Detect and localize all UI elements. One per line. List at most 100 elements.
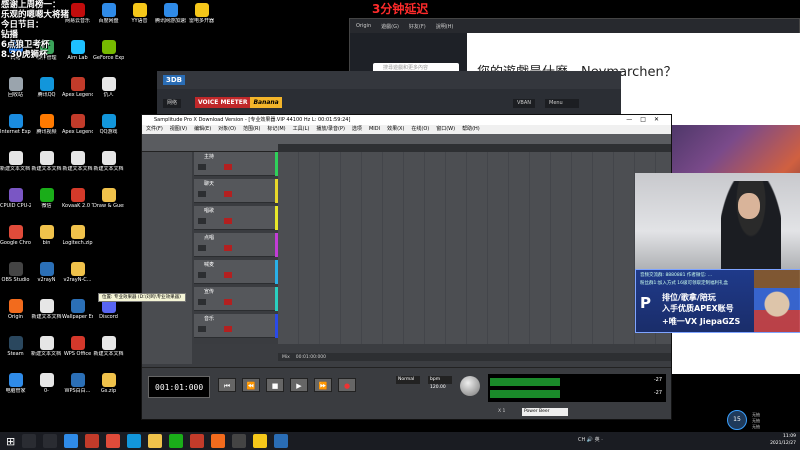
- desktop-icon[interactable]: 新建文本文档: [31, 150, 62, 184]
- vm-left-button[interactable]: 网络: [163, 99, 182, 108]
- taskview-app-icon[interactable]: [43, 434, 58, 448]
- desktop-icon[interactable]: Origin: [0, 298, 31, 332]
- explorer-app-icon[interactable]: [148, 434, 163, 448]
- desktop-icon[interactable]: 仇人: [93, 76, 124, 110]
- desktop-icon[interactable]: 百度网盘: [93, 2, 124, 36]
- mute-button[interactable]: [198, 272, 206, 278]
- desktop-icon[interactable]: Internet Explorer: [0, 113, 31, 147]
- tab-friends[interactable]: 好友(F): [409, 23, 426, 30]
- desktop-icon[interactable]: v2rayN: [31, 261, 62, 295]
- desktop-icon[interactable]: 雷电多开器: [186, 2, 217, 36]
- skip-start-button[interactable]: ⏮: [218, 378, 236, 392]
- origin-app-icon[interactable]: [211, 434, 226, 448]
- mute-button[interactable]: [198, 218, 206, 224]
- desktop-icon[interactable]: Gs.zip: [93, 372, 124, 406]
- desktop-icon[interactable]: Google Chrome: [0, 224, 31, 258]
- record-arm-button[interactable]: [224, 218, 232, 224]
- voicemeeter-app-icon[interactable]: [274, 434, 289, 448]
- record-arm-button[interactable]: [224, 191, 232, 197]
- desktop-icon[interactable]: 回收站: [0, 76, 31, 110]
- desktop-icon[interactable]: 腾讯网游加速器: [155, 2, 186, 36]
- desktop-icon[interactable]: Discord: [93, 298, 124, 332]
- menu-item[interactable]: 编辑(E): [194, 125, 211, 134]
- record-arm-button[interactable]: [224, 299, 232, 305]
- desktop-icon[interactable]: 新建文本文档: [31, 298, 62, 332]
- desktop-icon[interactable]: 新建文本文档 (2): [0, 150, 31, 184]
- vm-vban-button[interactable]: VBAN: [513, 99, 536, 108]
- desktop-icon[interactable]: 腾讯视频: [31, 113, 62, 147]
- menu-item[interactable]: 标记(M): [267, 125, 285, 134]
- desktop-icon[interactable]: Apex Legends: [62, 113, 93, 147]
- desktop-icon[interactable]: Steam: [0, 335, 31, 369]
- desktop-icon[interactable]: Wallpaper Engine: ...: [62, 298, 93, 332]
- arrange-area[interactable]: [278, 152, 671, 344]
- menu-item[interactable]: 范围(R): [243, 125, 260, 134]
- menu-item[interactable]: 视图(V): [170, 125, 187, 134]
- stop-button[interactable]: ■: [266, 378, 284, 392]
- bpm-field[interactable]: bpm 120.00: [428, 376, 452, 390]
- mute-button[interactable]: [198, 164, 206, 170]
- timer-badge[interactable]: 15: [727, 410, 747, 430]
- record-arm-button[interactable]: [224, 272, 232, 278]
- mute-button[interactable]: [198, 191, 206, 197]
- tab-origin[interactable]: Origin: [356, 23, 371, 29]
- wechat-app-icon[interactable]: [169, 434, 184, 448]
- search-app-icon[interactable]: [22, 434, 37, 448]
- desktop-icon[interactable]: WPS Office: [62, 335, 93, 369]
- track-header[interactable]: 喊麦: [194, 260, 278, 284]
- desktop-icon[interactable]: 新建文本文档: [93, 335, 124, 369]
- menu-item[interactable]: 帮助(H): [462, 125, 480, 134]
- desktop-icon[interactable]: GeForce Experience: [93, 39, 124, 73]
- menu-item[interactable]: 文件(F): [146, 125, 163, 134]
- menu-item[interactable]: 工具(L): [293, 125, 310, 134]
- apex-app-icon[interactable]: [190, 434, 205, 448]
- track-header[interactable]: 唱歌: [194, 206, 278, 230]
- preset-select[interactable]: Power Beer: [522, 408, 568, 416]
- record-arm-button[interactable]: [224, 245, 232, 251]
- edge-app-icon[interactable]: [64, 434, 79, 448]
- desktop-icon[interactable]: OBS Studio: [0, 261, 31, 295]
- track-header[interactable]: 点唱: [194, 233, 278, 257]
- desktop-icon[interactable]: 新建文本文档: [62, 150, 93, 184]
- record-arm-button[interactable]: [224, 326, 232, 332]
- desktop-icon[interactable]: YY语音: [124, 2, 155, 36]
- clock[interactable]: 11:09 2021/12/27: [770, 433, 796, 447]
- rewind-button[interactable]: ⏪: [242, 378, 260, 392]
- menu-item[interactable]: 播放/录音(P): [316, 125, 345, 134]
- mute-button[interactable]: [198, 245, 206, 251]
- record-arm-button[interactable]: [224, 164, 232, 170]
- windows-start-icon[interactable]: ⊞: [6, 435, 15, 448]
- track-header[interactable]: 音乐: [194, 314, 278, 338]
- qq-app-icon[interactable]: [127, 434, 142, 448]
- desktop-icon[interactable]: Logitech.zip: [62, 224, 93, 258]
- menu-item[interactable]: 选项: [352, 125, 362, 134]
- desktop-icon[interactable]: KovaaK 2.0 The Meta: [62, 187, 93, 221]
- desktop-icon[interactable]: 微信: [31, 187, 62, 221]
- mute-button[interactable]: [198, 326, 206, 332]
- desktop-icon[interactable]: 新建文本文档 (2): [31, 335, 62, 369]
- menu-item[interactable]: 在线(O): [411, 125, 429, 134]
- desktop-icon[interactable]: 腾讯QQ: [31, 76, 62, 110]
- desktop-icon[interactable]: Apex Legends: [62, 76, 93, 110]
- yy-app-icon[interactable]: [253, 434, 268, 448]
- mixer-strip[interactable]: [142, 152, 192, 364]
- track-header[interactable]: 宣传: [194, 287, 278, 311]
- obs-app-icon[interactable]: [232, 434, 247, 448]
- mode-select[interactable]: Normal: [396, 376, 420, 384]
- desktop-icon[interactable]: v2rayN-C...: [62, 261, 93, 295]
- play-button[interactable]: ▶: [290, 378, 308, 392]
- desktop-icon[interactable]: 电脑管家: [0, 372, 31, 406]
- desktop-icon[interactable]: CPUID CPU-Z: [0, 187, 31, 221]
- desktop-icon[interactable]: 新建文本文档: [93, 150, 124, 184]
- samplitude-app-icon[interactable]: [85, 434, 100, 448]
- timeline-ruler[interactable]: [278, 144, 671, 152]
- menu-item[interactable]: 窗口(W): [436, 125, 455, 134]
- menu-item[interactable]: 效果(X): [387, 125, 404, 134]
- volume-knob[interactable]: [460, 376, 480, 396]
- track-header[interactable]: 主持: [194, 152, 278, 176]
- desktop-icon[interactable]: 0-: [31, 372, 62, 406]
- tab-games[interactable]: 遊戲(G): [381, 23, 399, 30]
- vm-menu-button[interactable]: Menu: [545, 99, 579, 108]
- desktop-icon[interactable]: QQ游戏: [93, 113, 124, 147]
- menu-item[interactable]: MIDI: [369, 125, 380, 134]
